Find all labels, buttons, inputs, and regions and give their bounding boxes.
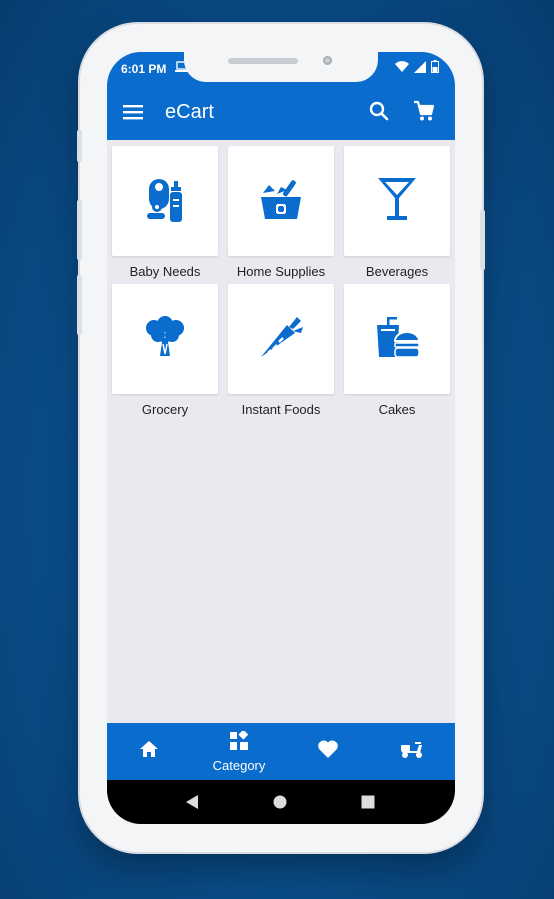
signal-icon xyxy=(414,60,426,76)
carrot-icon xyxy=(259,315,303,364)
baby-bottle-bib-icon xyxy=(143,175,187,228)
nav-delivery[interactable] xyxy=(399,723,425,780)
home-icon xyxy=(139,740,159,763)
phone-screen: 6:01 PM eCart Baby Needs Home Supplies B… xyxy=(107,52,455,824)
status-icons xyxy=(395,60,439,76)
back-icon[interactable] xyxy=(185,795,199,814)
category-label: Home Supplies xyxy=(236,264,326,279)
home-circle-icon[interactable] xyxy=(273,795,287,814)
phone-side-button xyxy=(77,275,82,335)
broccoli-icon xyxy=(144,315,186,363)
category-tile[interactable] xyxy=(112,284,218,394)
category-tile[interactable] xyxy=(228,146,334,256)
phone-speaker xyxy=(228,58,298,64)
cocktail-glass-icon xyxy=(377,176,417,227)
category-icon xyxy=(229,729,249,756)
category-label: Beverages xyxy=(365,264,429,279)
heart-icon xyxy=(317,739,339,764)
recents-icon[interactable] xyxy=(361,795,375,814)
category-card-baby-needs[interactable]: Baby Needs xyxy=(111,146,219,280)
nav-category[interactable]: Category xyxy=(207,723,271,780)
category-label: Baby Needs xyxy=(129,264,201,279)
search-icon[interactable] xyxy=(369,101,389,126)
category-card-beverages[interactable]: Beverages xyxy=(343,146,451,280)
category-grid: Baby Needs Home Supplies Beverages Groce… xyxy=(111,146,451,418)
category-tile[interactable] xyxy=(344,146,450,256)
app-bar: eCart xyxy=(107,84,455,140)
bottom-nav: Category xyxy=(107,723,455,780)
status-time: 6:01 PM xyxy=(121,62,167,76)
phone-camera xyxy=(323,56,332,65)
category-card-grocery[interactable]: Grocery xyxy=(111,284,219,418)
category-tile[interactable] xyxy=(228,284,334,394)
cart-icon[interactable] xyxy=(413,100,435,127)
category-tile[interactable] xyxy=(112,146,218,256)
category-label: Instant Foods xyxy=(241,402,321,417)
nav-category-label: Category xyxy=(212,757,266,773)
scooter-icon xyxy=(399,739,425,764)
battery-icon xyxy=(431,60,439,76)
nav-home[interactable] xyxy=(137,723,161,780)
menu-icon[interactable] xyxy=(123,104,143,125)
category-card-cakes[interactable]: Cakes xyxy=(343,284,451,418)
app-title: eCart xyxy=(165,101,214,123)
phone-side-button xyxy=(77,130,82,162)
category-card-instant-foods[interactable]: Instant Foods xyxy=(227,284,335,418)
burger-drink-icon xyxy=(375,315,421,364)
system-nav-bar xyxy=(107,780,455,824)
category-card-home-supplies[interactable]: Home Supplies xyxy=(227,146,335,280)
phone-notch xyxy=(184,52,378,82)
phone-side-button xyxy=(77,200,82,260)
phone-power-button xyxy=(480,210,485,270)
category-tile[interactable] xyxy=(344,284,450,394)
mortar-pestle-basket-icon xyxy=(259,177,303,226)
wifi-icon xyxy=(395,60,409,76)
category-label: Cakes xyxy=(378,402,416,417)
category-label: Grocery xyxy=(141,402,189,417)
nav-favorites[interactable] xyxy=(316,723,340,780)
